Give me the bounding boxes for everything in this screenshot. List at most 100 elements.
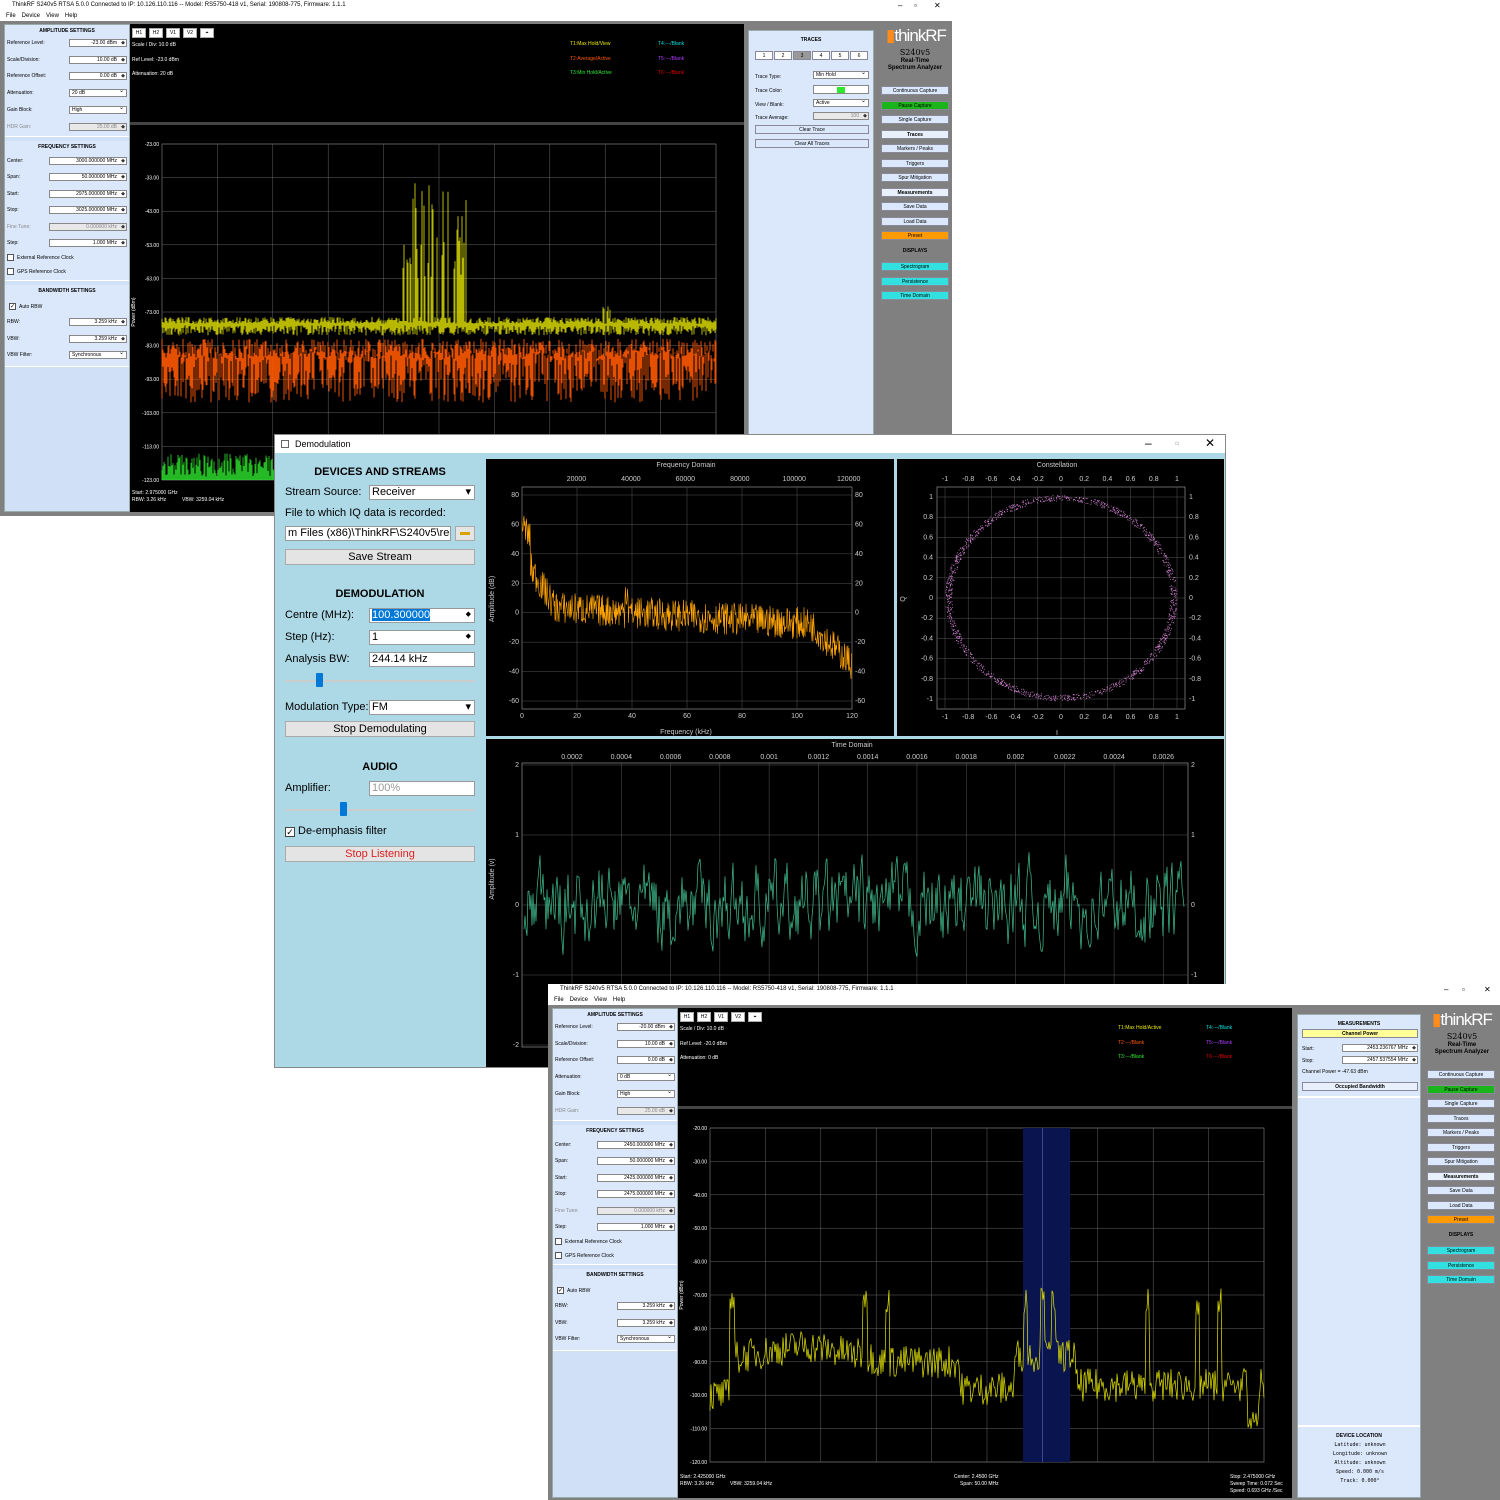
external-clock-checkbox[interactable] <box>7 254 14 261</box>
slider-handle[interactable] <box>316 673 323 687</box>
start-frequency-input[interactable]: 2425.000000 MHz <box>597 1174 675 1182</box>
scale-division-input[interactable]: 10.00 dB <box>69 56 127 64</box>
h1-button[interactable]: H1 <box>680 1012 694 1022</box>
h2-button[interactable]: H2 <box>697 1012 711 1022</box>
attenuation-select[interactable]: 20 dB <box>69 89 127 97</box>
save-data-button[interactable]: Save Data <box>1427 1186 1495 1195</box>
auto-rbw-checkbox[interactable]: ✓ <box>9 303 16 310</box>
frequency-domain-chart[interactable]: Frequency Domain0 20 40 60 80 100 12020000 4000… <box>486 459 894 736</box>
stop-listening-button[interactable]: Stop Listening <box>285 846 475 862</box>
trace-tab-3[interactable]: 3 <box>793 51 811 60</box>
v2-button[interactable]: V2 <box>731 1012 745 1022</box>
start-frequency-input[interactable]: 2975.000000 MHz <box>49 190 127 198</box>
trace-tab-1[interactable]: 1 <box>755 51 773 60</box>
menu-view[interactable]: View <box>594 997 607 1003</box>
traces-button[interactable]: Traces <box>881 129 949 139</box>
gps-clock-checkbox[interactable] <box>555 1252 562 1259</box>
spectrum-chart[interactable]: -20.00 -30.00 -40.00 -50.00 -60.00 -70.00 -80.… <box>678 1112 1292 1498</box>
trace-tab-5[interactable]: 5 <box>831 51 849 60</box>
cp-stop-input[interactable]: 2457.537554 MHz <box>1342 1056 1418 1064</box>
time-domain-button[interactable]: Time Domain <box>881 291 949 300</box>
markers-peaks-button[interactable]: Markers / Peaks <box>881 144 949 153</box>
step-input[interactable]: 1.000 MHz <box>597 1223 675 1231</box>
analysis-bw-slider[interactable] <box>285 680 475 682</box>
triggers-button[interactable]: Triggers <box>1427 1142 1495 1152</box>
menu-help[interactable]: Help <box>613 997 625 1003</box>
stream-source-select[interactable]: Receiver ▾ <box>369 485 475 500</box>
minimize-icon[interactable]: – <box>1444 984 1448 995</box>
time-domain-button[interactable]: Time Domain <box>1427 1275 1495 1284</box>
v2-button[interactable]: V2 <box>183 28 197 38</box>
step-input[interactable]: 1 ◆ <box>369 630 475 645</box>
close-icon[interactable]: ✕ <box>1205 437 1215 449</box>
v1-button[interactable]: V1 <box>166 28 180 38</box>
save-stream-button[interactable]: Save Stream <box>285 549 475 565</box>
gain-block-select[interactable]: High <box>69 106 127 114</box>
save-data-button[interactable]: Save Data <box>881 202 949 211</box>
stop-frequency-input[interactable]: 2475.000000 MHz <box>597 1190 675 1198</box>
modulation-type-select[interactable]: FM ▾ <box>369 700 475 715</box>
crosshair-icon[interactable]: ⌖ <box>748 1012 762 1022</box>
attenuation-select[interactable]: 0 dB <box>617 1073 675 1081</box>
folder-icon[interactable]: ▬ <box>455 526 475 541</box>
pause-capture-button[interactable]: Pause Capture <box>1427 1084 1495 1094</box>
slider-handle[interactable] <box>340 802 347 816</box>
channel-power-button[interactable]: Channel Power <box>1302 1029 1418 1038</box>
markers-peaks-button[interactable]: Markers / Peaks <box>1427 1128 1495 1137</box>
trace-tab-2[interactable]: 2 <box>774 51 792 60</box>
load-data-button[interactable]: Load Data <box>881 216 949 226</box>
single-capture-button[interactable]: Single Capture <box>881 115 949 124</box>
h1-button[interactable]: H1 <box>132 28 146 38</box>
stop-demodulating-button[interactable]: Stop Demodulating <box>285 721 475 737</box>
de-emphasis-checkbox[interactable]: ✓ <box>285 827 295 837</box>
step-input[interactable]: 1.000 MHz <box>49 239 127 247</box>
center-frequency-input[interactable]: 3000.000000 MHz <box>49 157 127 165</box>
close-icon[interactable]: ✕ <box>1484 984 1491 995</box>
spectrogram-button[interactable]: Spectrogram <box>881 262 949 271</box>
h2-button[interactable]: H2 <box>149 28 163 38</box>
gps-clock-checkbox[interactable] <box>7 268 14 275</box>
gain-block-select[interactable]: High <box>617 1090 675 1098</box>
vbw-filter-select[interactable]: Synchronous <box>69 351 127 359</box>
external-clock-checkbox[interactable] <box>555 1238 562 1245</box>
load-data-button[interactable]: Load Data <box>1427 1200 1495 1210</box>
reference-offset-input[interactable]: 0.00 dB <box>69 72 127 80</box>
iq-file-path-input[interactable]: m Files (x86)\ThinkRF\S240v5\recordings <box>285 526 451 541</box>
scale-division-input[interactable]: 10.00 dB <box>617 1040 675 1048</box>
continuous-capture-button[interactable]: Continuous Capture <box>881 86 949 95</box>
view-blank-select[interactable]: Active <box>813 99 869 107</box>
close-icon[interactable]: ✕ <box>934 0 941 11</box>
single-capture-button[interactable]: Single Capture <box>1427 1099 1495 1108</box>
triggers-button[interactable]: Triggers <box>881 158 949 168</box>
menu-file[interactable]: File <box>6 13 16 19</box>
clear-all-traces-button[interactable]: Clear All Traces <box>755 139 869 148</box>
maximize-icon[interactable]: ▫ <box>1175 437 1179 449</box>
trace-color-picker[interactable] <box>813 85 869 94</box>
minimize-icon[interactable]: – <box>1145 437 1152 449</box>
pause-capture-button[interactable]: Pause Capture <box>881 100 949 110</box>
menu-device[interactable]: Device <box>570 997 588 1003</box>
maximize-icon[interactable]: ▫ <box>914 0 917 11</box>
menu-file[interactable]: File <box>554 997 564 1003</box>
persistence-button[interactable]: Persistence <box>1427 1260 1495 1270</box>
reference-level-input[interactable]: -23.00 dBm <box>69 39 127 47</box>
measurements-button[interactable]: Measurements <box>881 187 949 197</box>
rbw-input[interactable]: 3.259 kHz <box>617 1302 675 1310</box>
constellation-chart[interactable]: Constellation -1 -1 -0.8 -0.8 -0.6 -0.6 -0.4 -0.… <box>897 459 1224 737</box>
clear-trace-button[interactable]: Clear Trace <box>755 125 869 134</box>
spectrogram-button[interactable]: Spectrogram <box>1427 1246 1495 1255</box>
spur-mitigation-button[interactable]: Spur Mitigation <box>1427 1157 1495 1166</box>
vbw-input[interactable]: 3.259 kHz <box>69 335 127 343</box>
menu-view[interactable]: View <box>46 13 59 19</box>
centre-frequency-input[interactable]: 100.300000 ◆ <box>369 608 475 623</box>
auto-rbw-checkbox[interactable]: ✓ <box>557 1287 564 1294</box>
trace-type-select[interactable]: Min Hold <box>813 71 869 79</box>
menu-help[interactable]: Help <box>65 13 77 19</box>
trace-tab-4[interactable]: 4 <box>812 51 830 60</box>
preset-button[interactable]: Preset <box>881 231 949 240</box>
persistence-button[interactable]: Persistence <box>881 276 949 286</box>
cp-start-input[interactable]: 2453.236767 MHz <box>1342 1044 1418 1052</box>
vbw-input[interactable]: 3.259 kHz <box>617 1319 675 1327</box>
trace-tab-6[interactable]: 6 <box>850 51 868 60</box>
spur-mitigation-button[interactable]: Spur Mitigation <box>881 173 949 182</box>
